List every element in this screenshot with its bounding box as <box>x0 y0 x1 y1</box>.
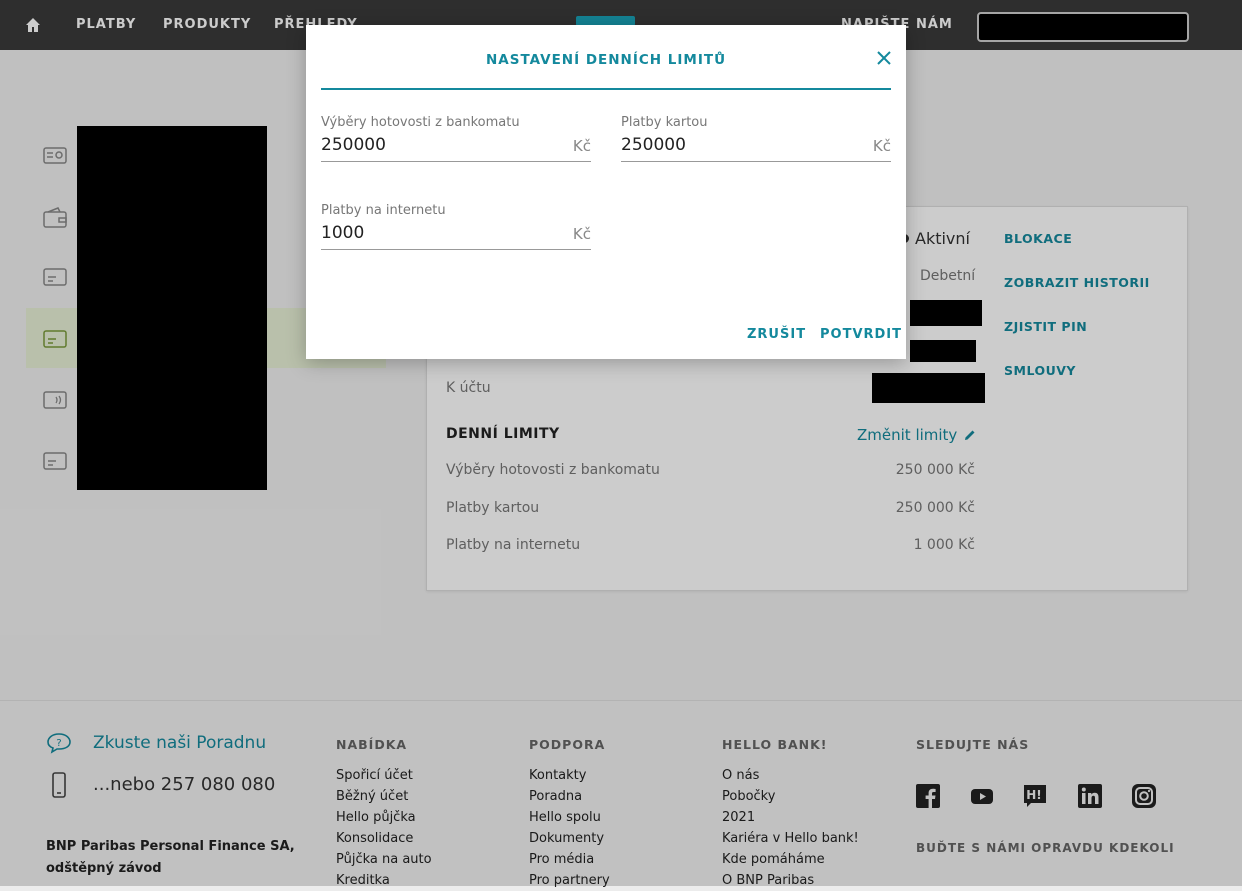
atm-limit-label: Výběry hotovosti z bankomatu <box>321 115 520 130</box>
card-limit-unit: Kč <box>872 137 891 155</box>
confirm-button[interactable]: POTVRDIT <box>820 327 902 342</box>
internet-limit-input[interactable] <box>321 223 521 243</box>
dialog-title-underline <box>321 88 891 90</box>
atm-limit-unit: Kč <box>572 137 591 155</box>
close-icon[interactable] <box>876 50 892 66</box>
card-limit-field: Platby kartou Kč <box>621 115 891 162</box>
card-limit-row: Kč <box>621 135 891 162</box>
atm-limit-input[interactable] <box>321 135 521 155</box>
atm-limit-row: Kč <box>321 135 591 162</box>
internet-limit-unit: Kč <box>572 225 591 243</box>
dialog-title: NASTAVENÍ DENNÍCH LIMITŮ <box>485 52 727 68</box>
atm-limit-field: Výběry hotovosti z bankomatu Kč <box>321 115 591 162</box>
internet-limit-row: Kč <box>321 223 591 250</box>
cancel-button[interactable]: ZRUŠIT <box>747 327 806 342</box>
internet-limit-label: Platby na internetu <box>321 203 446 218</box>
internet-limit-field: Platby na internetu Kč <box>321 203 591 250</box>
card-limit-input[interactable] <box>621 135 821 155</box>
daily-limits-dialog: NASTAVENÍ DENNÍCH LIMITŮ Výběry hotovost… <box>306 25 906 359</box>
card-limit-label: Platby kartou <box>621 115 708 130</box>
